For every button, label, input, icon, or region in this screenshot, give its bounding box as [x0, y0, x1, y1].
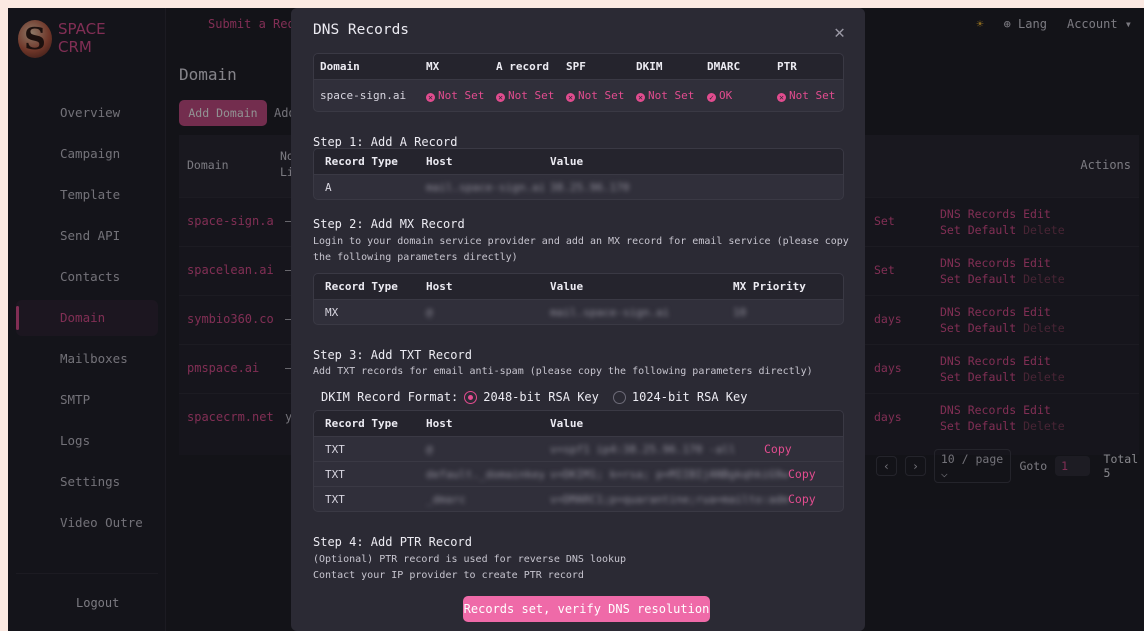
table-row: TXT default._domainkey v=DKIM1; k=rsa; p…	[314, 461, 843, 486]
host-value: @	[426, 442, 433, 456]
step3-title: Step 3: Add TXT Record	[313, 348, 472, 362]
a-status: ✕ Not Set	[490, 89, 560, 102]
table-row: TXT _dmarc v=DMARC1;p=quarantine;rua=mai…	[314, 486, 843, 511]
dkim-format-selector: DKIM Record Format: 2048-bit RSA Key 102…	[321, 390, 747, 404]
error-icon: ✕	[426, 93, 435, 102]
table-header: Record Type Host Value MX Priority	[314, 274, 843, 299]
step1-title: Step 1: Add A Record	[313, 135, 458, 149]
table-header: Record Type Host Value	[314, 411, 843, 436]
record-value: v=DMARC1;p=quarantine;rua=mailto:admin	[550, 492, 788, 506]
dmarc-status: ✓ OK	[701, 89, 771, 102]
step4-description-contact: Contact your IP provider to create PTR r…	[313, 570, 584, 581]
step4-title: Step 4: Add PTR Record	[313, 535, 472, 549]
app-window: S SPACE CRM Overview Campaign Template S…	[8, 8, 1144, 631]
record-value: 38.25.96.170	[550, 180, 630, 194]
table-row: TXT @ v=spf1 ip4:38.25.96.170 -all Copy	[314, 436, 843, 461]
check-icon: ✓	[707, 93, 716, 102]
record-value: v=spf1 ip4:38.25.96.170 -all	[550, 442, 736, 456]
step2-title: Step 2: Add MX Record	[313, 217, 465, 231]
spf-status: ✕ Not Set	[560, 89, 630, 102]
radio-2048-label[interactable]: 2048-bit RSA Key	[483, 390, 599, 404]
record-value: mail.space-sign.ai	[550, 305, 670, 319]
copy-button[interactable]: Copy	[764, 442, 792, 456]
priority-value: 10	[733, 305, 747, 319]
table-header: Record Type Host Value	[314, 149, 843, 174]
radio-1024-bit[interactable]	[612, 390, 626, 404]
step2-description: Login to your domain service provider an…	[313, 236, 849, 263]
table-row: space-sign.ai ✕ Not Set ✕ Not Set ✕ Not Set…	[314, 79, 843, 111]
mx-status: ✕ Not Set	[420, 89, 490, 102]
a-record-table: Record Type Host Value A mail.space-sign…	[313, 148, 844, 200]
table-row: A mail.space-sign.ai 38.25.96.170	[314, 174, 843, 199]
ptr-status: ✕ Not Set	[771, 89, 843, 102]
host-value: mail.space-sign.ai	[426, 180, 544, 194]
dkim-status: ✕ Not Set	[630, 89, 701, 102]
error-icon: ✕	[777, 93, 786, 102]
step3-description: Add TXT records for email anti-spam (ple…	[313, 366, 813, 377]
dns-status-table: Domain MX A record SPF DKIM DMARC PTR sp…	[313, 53, 844, 112]
host-value: _dmarc	[426, 492, 466, 506]
error-icon: ✕	[636, 93, 645, 102]
close-icon[interactable]: ✕	[834, 22, 845, 43]
mx-record-table: Record Type Host Value MX Priority MX @ …	[313, 273, 844, 325]
error-icon: ✕	[496, 93, 505, 102]
host-value: @	[426, 305, 433, 319]
table-header: Domain MX A record SPF DKIM DMARC PTR	[314, 54, 843, 79]
host-value: default._domainkey	[426, 467, 544, 481]
step4-description-optional: (Optional) PTR record is used for revers…	[313, 554, 627, 565]
txt-record-table: Record Type Host Value TXT @ v=spf1 ip4:…	[313, 410, 844, 512]
radio-1024-label[interactable]: 1024-bit RSA Key	[632, 390, 748, 404]
table-row: MX @ mail.space-sign.ai 10	[314, 299, 843, 324]
dns-records-modal: DNS Records ✕ Domain MX A record SPF DKI…	[291, 8, 865, 631]
record-value: v=DKIM1; k=rsa; p=MIIBIjANBgkqhkiG9w0B	[550, 467, 788, 481]
verify-dns-button[interactable]: Records set, verify DNS resolution	[463, 596, 710, 622]
modal-title: DNS Records	[313, 22, 410, 38]
radio-2048-bit[interactable]	[464, 390, 478, 404]
error-icon: ✕	[566, 93, 575, 102]
copy-button[interactable]: Copy	[788, 467, 816, 481]
dkim-format-label: DKIM Record Format:	[321, 390, 459, 404]
copy-button[interactable]: Copy	[788, 492, 816, 506]
